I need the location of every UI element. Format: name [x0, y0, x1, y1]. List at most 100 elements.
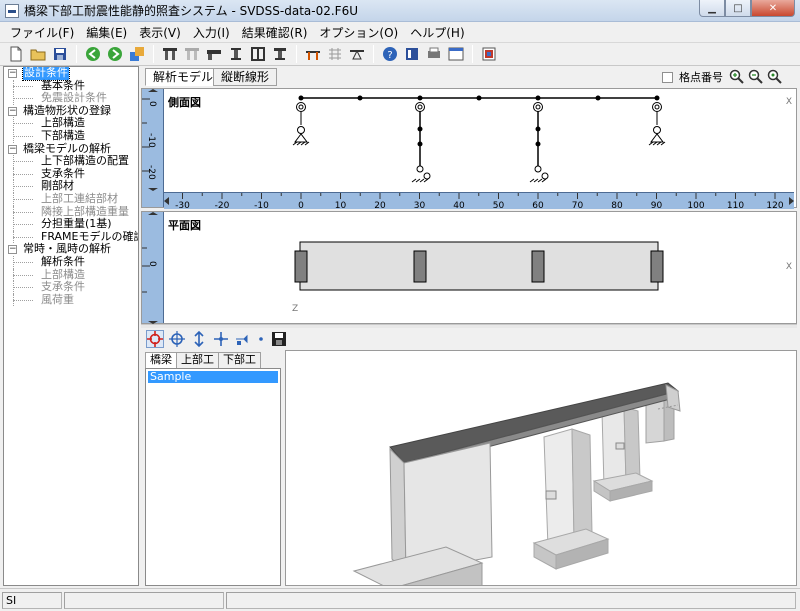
node-number-toggle[interactable]: 格点番号 [662, 69, 723, 85]
point-icon[interactable] [256, 330, 266, 348]
menu-bar: ファイル(F) 編集(E) 表示(V) 入力(I) 結果確認(R) オプション(… [0, 22, 800, 42]
minimize-button[interactable]: ▁ [699, 0, 725, 17]
move-icon[interactable] [212, 330, 230, 348]
zoom-out-icon[interactable] [748, 69, 764, 85]
bridge-3d-icon[interactable] [303, 44, 323, 64]
tab-bridge[interactable]: 橋梁 [145, 352, 177, 368]
tree-connector [13, 261, 33, 263]
close-button[interactable]: ✕ [751, 0, 795, 17]
menu-view[interactable]: 表示(V) [133, 24, 187, 41]
tree-item[interactable]: 免震設計条件 [4, 92, 138, 105]
tree-item[interactable]: 上部工連結部材 [4, 192, 138, 206]
pier-icon[interactable] [160, 44, 180, 64]
tree-item[interactable]: 上下部構造の配置 [4, 155, 138, 168]
menu-options[interactable]: オプション(O) [313, 24, 404, 41]
save-image-icon[interactable] [270, 330, 288, 348]
light-icon[interactable] [234, 330, 252, 348]
ruler-tick-label: 30 [414, 201, 426, 210]
ruler-tick-label: 70 [572, 201, 584, 210]
rotate-icon[interactable] [146, 330, 164, 348]
tree-item-label: 風荷重 [41, 292, 74, 306]
back-icon[interactable] [83, 44, 103, 64]
menu-results[interactable]: 結果確認(R) [236, 24, 314, 41]
tree-connector [13, 287, 33, 289]
zoom-fit-icon[interactable] [767, 69, 783, 85]
menu-help[interactable]: ヘルプ(H) [404, 24, 470, 41]
tree-connector [13, 135, 33, 137]
ruler-tick-label: 110 [727, 201, 744, 210]
tree-connector [13, 192, 14, 206]
tree-connector [13, 281, 14, 294]
status-cell-2 [64, 591, 224, 609]
tree-collapse-icon[interactable]: − [8, 144, 17, 154]
book-icon[interactable] [402, 44, 422, 64]
tree-item[interactable]: 下部構造 [4, 128, 138, 143]
tree-collapse-icon[interactable]: − [8, 69, 17, 78]
tree-item[interactable]: 風荷重 [4, 292, 138, 307]
save-icon[interactable] [50, 44, 70, 64]
menu-file[interactable]: ファイル(F) [4, 24, 80, 41]
truss-icon[interactable] [270, 44, 290, 64]
tree-item-label: 支承条件 [41, 280, 85, 294]
tree-collapse-icon[interactable]: − [8, 106, 17, 116]
new-file-icon[interactable] [6, 44, 26, 64]
frame-icon[interactable] [248, 44, 268, 64]
pier-alt-icon[interactable] [182, 44, 202, 64]
plan-view-canvas[interactable]: 0 平面図 X Z [141, 211, 797, 324]
window-icon[interactable] [446, 44, 466, 64]
zoom-in-icon[interactable] [729, 69, 745, 85]
ruler-tick-label: 60 [532, 201, 544, 210]
list-item[interactable]: Sample [148, 371, 278, 383]
tree-connector [13, 85, 33, 87]
rotate-axis-icon[interactable] [168, 330, 186, 348]
abutment-icon[interactable] [204, 44, 224, 64]
tab-longitudinal-profile[interactable]: 縦断線形 [213, 68, 278, 86]
tree-item[interactable]: 分担重量(1基) [4, 218, 138, 231]
bridge-3d-model [352, 382, 681, 585]
support-icon[interactable] [347, 44, 367, 64]
view-3d-canvas[interactable] [285, 350, 797, 586]
tree-collapse-icon[interactable]: − [8, 245, 17, 255]
tree-item-label: 下部構造 [41, 128, 85, 142]
pan-vertical-icon[interactable] [190, 330, 208, 348]
column-icon[interactable] [226, 44, 246, 64]
forward-icon[interactable] [105, 44, 125, 64]
help-icon[interactable]: ? [380, 44, 400, 64]
tree-connector [13, 180, 14, 193]
ruler-tick-label: 40 [453, 201, 465, 210]
export-icon[interactable] [127, 44, 147, 64]
tab-substructure[interactable]: 下部工 [218, 352, 261, 368]
ruler-tick-label: 80 [611, 201, 623, 210]
menu-input[interactable]: 入力(I) [187, 24, 236, 41]
navigation-tree[interactable]: − 設計条件 基本条件 免震設計条件 − 構造物形状の登録 上部構造 下部構造 − 橋梁モデルの解… [3, 66, 139, 586]
ruler-tick-label: -20 [215, 201, 230, 210]
tab-analysis-model[interactable]: 解析モデル [145, 68, 222, 86]
tree-connector [13, 236, 33, 238]
print-icon[interactable] [424, 44, 444, 64]
tree-connector [13, 299, 33, 301]
tree-item-label: 解析条件 [41, 254, 85, 268]
settings-icon[interactable] [479, 44, 499, 64]
app-icon [5, 3, 19, 18]
title-bar: 橋梁下部工耐震性能静的照査システム - SVDSS-data-02.F6U ▁ … [0, 0, 800, 22]
side-view-canvas[interactable]: 0 -10 -20 側面図 X -30 -20 -10 0 10 20 30 4… [141, 88, 797, 210]
open-folder-icon[interactable] [28, 44, 48, 64]
view-3d-toolbar [141, 328, 797, 350]
node-number-checkbox[interactable] [662, 71, 673, 83]
tree-connector [13, 98, 33, 100]
tree-connector [13, 218, 14, 231]
tree-connector [13, 117, 14, 130]
maximize-button[interactable]: □ [725, 0, 751, 17]
tree-item-label: 分担重量(1基) [41, 217, 112, 231]
tree-item[interactable]: 解析条件 [4, 254, 138, 269]
tree-item[interactable]: − 設計条件 [4, 67, 138, 81]
tree-item[interactable]: 支承条件 [4, 280, 138, 294]
toolbar-separator [296, 45, 297, 63]
toolbar-separator [472, 45, 473, 63]
tab-superstructure[interactable]: 上部工 [176, 352, 219, 368]
menu-edit[interactable]: 編集(E) [80, 24, 133, 41]
model-list[interactable]: Sample [145, 368, 281, 586]
status-bar: SI [0, 588, 800, 611]
toolbar-separator [373, 45, 374, 63]
grid-icon[interactable] [325, 44, 345, 64]
